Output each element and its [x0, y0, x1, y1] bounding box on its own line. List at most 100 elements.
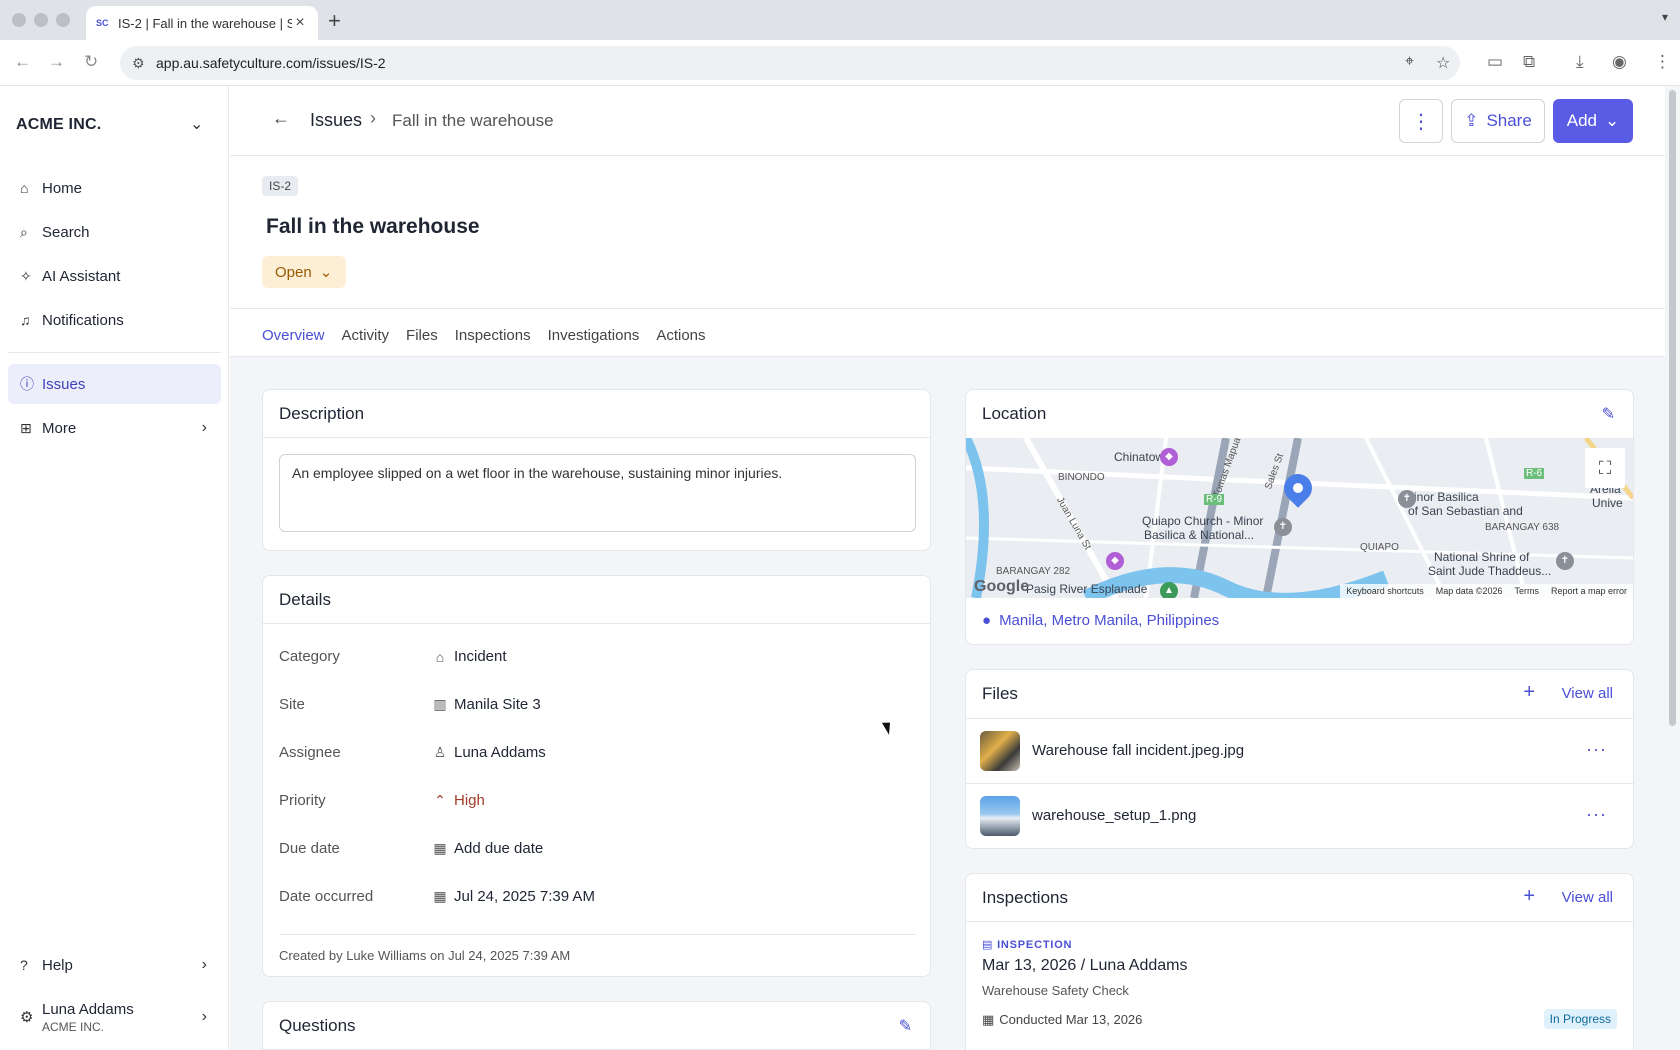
sidebar-item-label: Notifications	[42, 311, 124, 329]
add-inspection-plus-icon[interactable]: +	[1523, 885, 1535, 908]
sidebar-item-search[interactable]: ⌕ Search	[8, 212, 221, 252]
inspection-conducted-text: Conducted Mar 13, 2026	[999, 1012, 1143, 1027]
priority-value[interactable]: ⌃ High	[432, 792, 485, 809]
park-poi-icon[interactable]: ▲	[1160, 582, 1178, 598]
back-arrow-icon[interactable]: ←	[272, 108, 290, 129]
church-poi-icon[interactable]: ✝	[1398, 490, 1416, 508]
fullscreen-icon[interactable]: ⛶	[1585, 448, 1625, 488]
ellipsis-icon[interactable]: ···	[1586, 739, 1607, 760]
sidebar-item-issues[interactable]: ⓘ Issues	[8, 364, 221, 404]
sidebar-item-ai-assistant[interactable]: ✧ AI Assistant	[8, 256, 221, 296]
screenshot-icon[interactable]: ▭	[1487, 52, 1503, 72]
inspection-tag-text: INSPECTION	[997, 939, 1073, 951]
church-poi-icon[interactable]: ✝	[1556, 552, 1574, 570]
keyboard-shortcuts-link[interactable]: Keyboard shortcuts	[1346, 584, 1424, 598]
ellipsis-icon[interactable]: ···	[1586, 804, 1607, 825]
edit-pencil-icon[interactable]: ✎	[899, 1016, 912, 1036]
map-poi-icon[interactable]: ◆	[1160, 448, 1178, 466]
close-tab-icon[interactable]: ×	[292, 14, 308, 32]
description-heading: Description	[263, 390, 930, 438]
profile-icon[interactable]: ◉	[1612, 52, 1627, 72]
files-view-all-link[interactable]: View all	[1562, 685, 1613, 702]
sidebar-item-help[interactable]: ? Help ›	[8, 945, 221, 985]
files-heading: Files	[982, 684, 1018, 703]
chevron-right-icon: ›	[370, 108, 376, 128]
browser-menu-icon[interactable]: ⋮	[1654, 52, 1671, 72]
category-text: Incident	[454, 648, 507, 665]
tab-files[interactable]: Files	[406, 326, 438, 360]
map-poi-icon[interactable]: ◆	[1106, 552, 1124, 570]
detail-row-date-occurred: Date occurred ▦ Jul 24, 2025 7:39 AM	[279, 886, 899, 910]
chevron-down-icon[interactable]: ⌄	[190, 114, 203, 134]
tab-investigations[interactable]: Investigations	[548, 326, 640, 360]
org-name[interactable]: ACME INC.	[16, 116, 101, 134]
detail-row-site: Site ▥ Manila Site 3	[279, 694, 899, 718]
sidebar-item-notifications[interactable]: ♫ Notifications	[8, 300, 221, 340]
chevron-right-icon: ›	[201, 956, 207, 973]
back-icon[interactable]: ←	[14, 52, 31, 72]
report-map-error-link[interactable]: Report a map error	[1551, 584, 1627, 598]
details-divider	[279, 934, 916, 935]
bell-icon: ♫	[20, 312, 31, 328]
download-icon[interactable]: ⤓	[1576, 52, 1584, 72]
sidebar-divider	[8, 352, 221, 353]
breadcrumb-issues[interactable]: Issues	[310, 110, 362, 131]
bookmark-star-icon[interactable]: ☆	[1436, 53, 1450, 73]
status-dropdown[interactable]: Open ⌄	[262, 256, 346, 288]
browser-tab[interactable]: SC IS-2 | Fall in the warehouse | S ×	[86, 6, 318, 40]
detail-label: Assignee	[279, 744, 341, 761]
forward-icon[interactable]: →	[48, 52, 65, 72]
window-minimize-control[interactable]	[34, 13, 48, 27]
address-bar[interactable]: ⚙ app.au.safetyculture.com/issues/IS-2 ⌖…	[120, 46, 1460, 80]
description-textarea[interactable]: An employee slipped on a wet floor in th…	[279, 454, 916, 532]
add-button[interactable]: Add ⌄	[1553, 99, 1633, 143]
window-zoom-control[interactable]	[56, 13, 70, 27]
scrollbar-thumb[interactable]	[1669, 90, 1676, 726]
location-icon[interactable]: ⌖	[1405, 53, 1414, 71]
safetyculture-favicon-icon: SC	[96, 18, 109, 28]
tab-actions[interactable]: Actions	[656, 326, 705, 360]
due-date-value[interactable]: ▦ Add due date	[432, 840, 543, 857]
location-map[interactable]: Chinatown BINONDO Juan Luna St Tomas Map…	[966, 438, 1633, 598]
add-file-plus-icon[interactable]: +	[1523, 681, 1535, 704]
reload-icon[interactable]: ↻	[84, 52, 98, 72]
sidebar-item-label: Search	[42, 223, 90, 241]
tab-overview[interactable]: Overview	[262, 326, 325, 360]
date-occurred-value[interactable]: ▦ Jul 24, 2025 7:39 AM	[432, 888, 595, 905]
tab-activity[interactable]: Activity	[342, 326, 390, 360]
window-close-control[interactable]	[12, 13, 26, 27]
grid-icon: ⊞	[20, 419, 32, 436]
category-value[interactable]: ⌂ Incident	[432, 648, 507, 665]
tab-search-chevron-icon[interactable]: ▾	[1662, 10, 1668, 24]
file-row[interactable]: Warehouse fall incident.jpeg.jpg ···	[966, 718, 1633, 782]
map-label: BARANGAY 282	[996, 566, 1071, 577]
sidebar-item-home[interactable]: ⌂ Home	[8, 168, 221, 208]
more-options-button[interactable]: ⋮	[1399, 99, 1443, 143]
inspections-view-all-link[interactable]: View all	[1562, 889, 1613, 906]
edit-pencil-icon[interactable]: ✎	[1602, 404, 1615, 424]
tab-inspections[interactable]: Inspections	[455, 326, 531, 360]
file-thumbnail	[980, 795, 1020, 836]
sidebar-item-more[interactable]: ⊞ More ›	[8, 408, 221, 448]
assignee-value[interactable]: ♙ Luna Addams	[432, 744, 546, 761]
terms-link[interactable]: Terms	[1514, 584, 1539, 598]
church-poi-icon[interactable]: ✝	[1274, 518, 1292, 536]
date-occurred-text: Jul 24, 2025 7:39 AM	[454, 888, 595, 905]
share-button[interactable]: ⇪ Share	[1451, 99, 1545, 143]
extensions-icon[interactable]: ⧉	[1523, 52, 1535, 72]
chevron-right-icon: ›	[201, 419, 207, 436]
site-settings-icon[interactable]: ⚙	[132, 55, 156, 72]
file-row[interactable]: warehouse_setup_1.png ···	[966, 783, 1633, 847]
browser-tab-title: IS-2 | Fall in the warehouse | S	[118, 15, 292, 31]
inspections-heading: Inspections	[982, 887, 1068, 907]
due-date-text: Add due date	[454, 840, 544, 857]
map-label: R-9	[1204, 494, 1225, 505]
details-card: Details Category ⌂ Incident Site ▥ Manila …	[262, 575, 931, 977]
user-menu[interactable]: ⚙ Luna Addams ACME INC. ›	[8, 992, 221, 1042]
new-tab-icon[interactable]: +	[328, 8, 341, 34]
page-scrollbar[interactable]	[1665, 86, 1680, 1050]
location-address-link[interactable]: ● Manila, Metro Manila, Philippines	[982, 612, 1219, 629]
user-name: Luna Addams	[42, 1000, 134, 1018]
site-value[interactable]: ▥ Manila Site 3	[432, 696, 540, 713]
assignee-text: Luna Addams	[454, 744, 546, 761]
